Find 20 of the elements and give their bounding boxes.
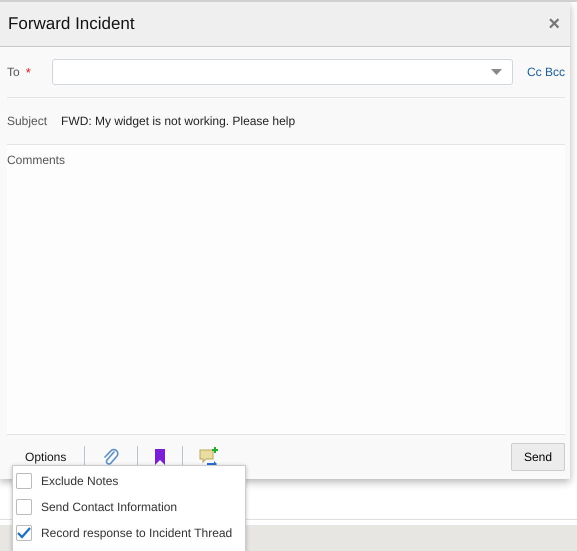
cc-bcc-link[interactable]: Cc Bcc xyxy=(526,65,565,79)
dialog-title: Forward Incident xyxy=(8,14,136,34)
subject-value: FWD: My widget is not working. Please help xyxy=(61,114,296,128)
menu-item-label[interactable]: Send Contact Information xyxy=(41,500,178,514)
checkbox[interactable] xyxy=(16,499,32,515)
options-button[interactable]: Options xyxy=(7,450,84,464)
checkbox[interactable] xyxy=(16,473,32,489)
send-button[interactable]: Send xyxy=(510,443,565,471)
dropdown-caret-icon[interactable] xyxy=(490,69,502,75)
to-label: To xyxy=(7,65,20,79)
to-field[interactable] xyxy=(52,59,513,85)
checkbox[interactable] xyxy=(16,525,32,541)
required-marker: * xyxy=(26,64,32,80)
close-button[interactable]: × xyxy=(546,12,562,36)
menu-item-label[interactable]: Exclude Notes xyxy=(41,474,118,488)
bookmark-icon xyxy=(154,448,166,466)
subject-label: Subject xyxy=(7,114,48,128)
menu-item-label[interactable]: Record response to Incident Thread xyxy=(41,526,232,540)
chat-add-icon xyxy=(199,447,220,467)
comments-field[interactable]: Comments xyxy=(7,145,565,435)
